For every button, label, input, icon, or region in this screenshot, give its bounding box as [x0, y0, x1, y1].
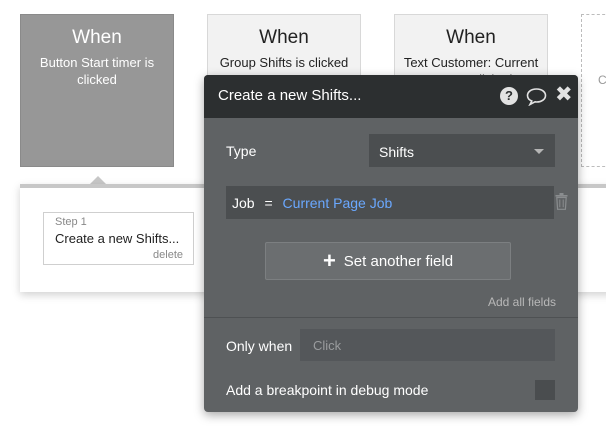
event-when-label: When — [259, 27, 309, 48]
event-description: Button Start timer is clicked — [39, 55, 155, 87]
type-label: Type — [226, 143, 257, 159]
step-title: Create a new Shifts... — [55, 231, 180, 246]
close-icon[interactable]: ✖ — [555, 84, 573, 106]
breakpoint-label: Add a breakpoint in debug mode — [226, 382, 429, 398]
only-when-placeholder: Click — [313, 338, 342, 353]
type-dropdown-value: Shifts — [379, 144, 415, 160]
breakpoint-checkbox[interactable] — [535, 380, 555, 400]
field-operator: = — [264, 195, 273, 211]
trash-icon[interactable] — [555, 193, 568, 215]
only-when-input[interactable]: Click — [300, 329, 555, 361]
dialog-header[interactable]: Create a new Shifts... ? ✖ — [204, 75, 578, 118]
type-dropdown[interactable]: Shifts — [369, 134, 555, 167]
set-another-field-button[interactable]: + Set another field — [265, 242, 511, 280]
step-number: Step 1 — [55, 216, 87, 228]
field-value[interactable]: Current Page Job — [283, 195, 393, 211]
chevron-down-icon — [534, 149, 544, 154]
field-name: Job — [232, 195, 255, 211]
event-description: Group Shifts is clicked — [219, 55, 349, 70]
event-description: C — [598, 73, 606, 87]
help-icon[interactable]: ? — [500, 87, 518, 105]
only-when-label: Only when — [226, 338, 293, 354]
divider — [204, 317, 578, 318]
event-when-label: When — [446, 27, 496, 48]
field-assignment-row[interactable]: Job = Current Page Job — [226, 186, 554, 219]
event-card-start-timer[interactable]: When Button Start timer is clicked — [20, 14, 174, 167]
set-another-field-label: Set another field — [343, 253, 454, 270]
dialog-title: Create a new Shifts... — [218, 87, 362, 104]
step-card[interactable]: Step 1 Create a new Shifts... delete — [43, 212, 194, 265]
event-card-partial[interactable]: C — [581, 14, 606, 167]
event-when-label: When — [72, 27, 122, 48]
comment-icon[interactable] — [526, 87, 547, 111]
plus-icon: + — [322, 248, 336, 273]
step-delete-link[interactable]: delete — [153, 249, 183, 261]
action-editor-dialog: Create a new Shifts... ? ✖ Type Shifts J… — [204, 75, 578, 412]
add-all-fields-link[interactable]: Add all fields — [488, 295, 556, 309]
